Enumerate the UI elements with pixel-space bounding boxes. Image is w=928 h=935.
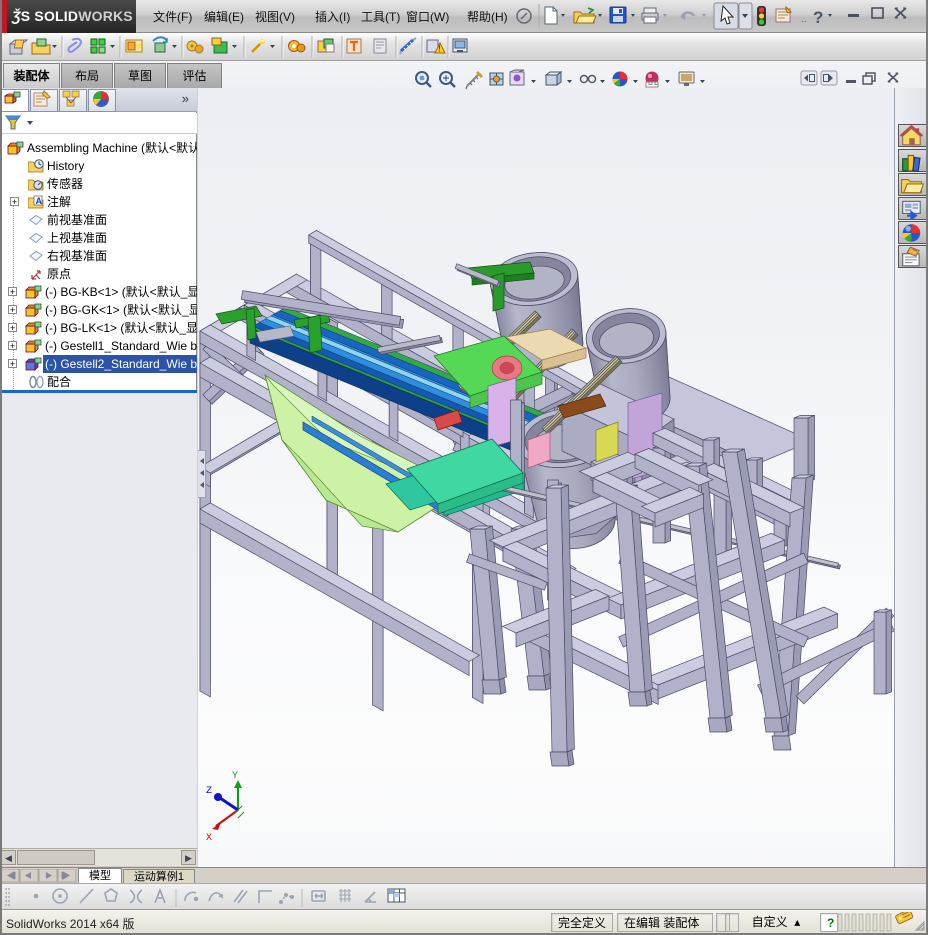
- svg-text:Z: Z: [206, 786, 212, 797]
- svg-text:X: X: [206, 833, 212, 844]
- svg-text:!: !: [439, 45, 441, 54]
- svg-text:..: ..: [801, 14, 807, 25]
- svg-text:A: A: [36, 196, 43, 206]
- svg-text:Y: Y: [232, 771, 238, 782]
- svg-text:?: ?: [813, 8, 823, 27]
